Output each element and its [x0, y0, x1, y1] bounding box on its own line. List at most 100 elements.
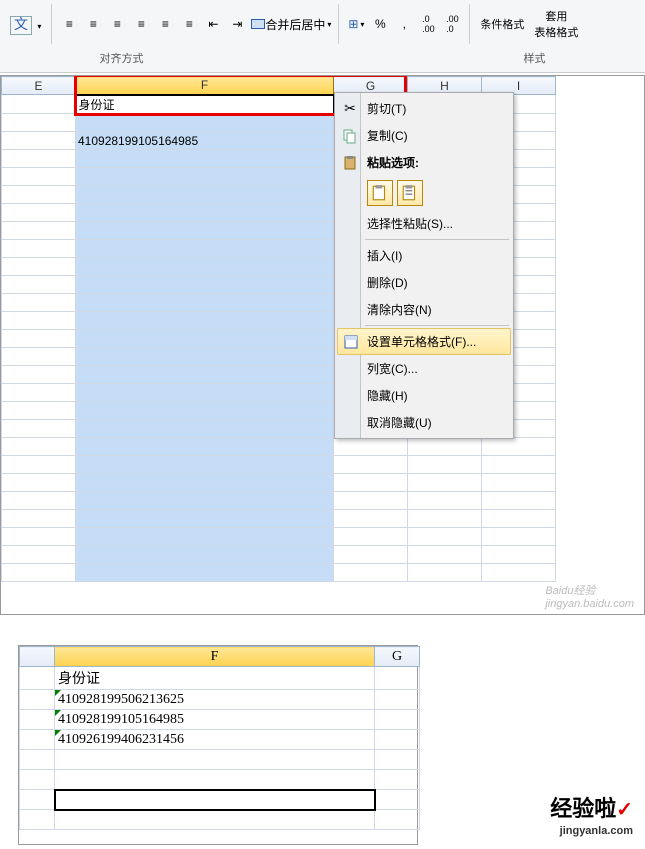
menu-unhide[interactable]: 取消隐藏(U): [337, 409, 511, 436]
cell-F1[interactable]: 身份证: [55, 667, 375, 690]
align-right-button[interactable]: ≡: [106, 13, 128, 35]
context-menu: ✂ 剪切(T) 复制(C) 粘贴选项: 选择性粘贴(S)...: [334, 92, 514, 439]
column-header-E[interactable]: E: [2, 77, 76, 95]
number-format-button[interactable]: ⊞▾: [345, 13, 367, 35]
style-group-label: 样式: [524, 48, 546, 68]
cell[interactable]: [55, 750, 375, 770]
decrease-decimal-button[interactable]: .00.0: [441, 13, 463, 35]
cell[interactable]: [76, 204, 334, 222]
menu-paste-options-label: 粘贴选项:: [367, 154, 419, 171]
align-bottom-button[interactable]: ≡: [178, 13, 200, 35]
clipboard-icon: [341, 154, 359, 172]
cell[interactable]: [76, 492, 334, 510]
cell[interactable]: [76, 330, 334, 348]
merge-center-label: 合并后居中: [265, 16, 325, 33]
spreadsheet-area: E F G H I 身份证 410928199105164985: [0, 75, 645, 615]
cell[interactable]: [76, 384, 334, 402]
cell[interactable]: [76, 528, 334, 546]
menu-clear[interactable]: 清除内容(N): [337, 296, 511, 323]
increase-decimal-button[interactable]: .0.00: [417, 13, 439, 35]
align-center-button[interactable]: ≡: [82, 13, 104, 35]
cell-F3[interactable]: 410928199105164985: [55, 710, 375, 730]
column-header-G[interactable]: G: [375, 647, 420, 667]
cell[interactable]: [76, 186, 334, 204]
menu-column-width[interactable]: 列宽(C)...: [337, 355, 511, 382]
menu-paste-options: 粘贴选项:: [337, 149, 511, 176]
menu-clear-label: 清除内容(N): [367, 301, 432, 318]
cell[interactable]: [76, 366, 334, 384]
paste-option-2[interactable]: [397, 180, 423, 206]
cell-F4[interactable]: 410926199406231456: [55, 730, 375, 750]
scissors-icon: ✂: [341, 100, 359, 118]
chevron-down-icon: ▾: [327, 20, 331, 29]
chevron-down-icon: ▾: [37, 22, 41, 31]
menu-delete-label: 删除(D): [367, 274, 408, 291]
copy-icon: [341, 127, 359, 145]
menu-separator: [365, 239, 509, 240]
cell[interactable]: [76, 474, 334, 492]
cell-F2[interactable]: 410928199506213625: [55, 690, 375, 710]
align-left-button[interactable]: ≡: [58, 13, 80, 35]
check-icon: ✓: [616, 799, 633, 821]
wrap-text-button[interactable]: 文 ▾: [6, 12, 45, 36]
watermark: Baidu经验 jingyan.baidu.com: [545, 582, 634, 610]
cell[interactable]: [76, 258, 334, 276]
cell-F1[interactable]: 身份证: [76, 95, 334, 114]
table-format-button[interactable]: 套用表格格式: [530, 6, 582, 42]
menu-paste-special-label: 选择性粘贴(S)...: [367, 215, 453, 232]
cell[interactable]: [55, 810, 375, 830]
menu-cut-label: 剪切(T): [367, 100, 406, 117]
align-middle-button[interactable]: ≡: [154, 13, 176, 35]
cell[interactable]: [76, 276, 334, 294]
comma-button[interactable]: ,: [393, 13, 415, 35]
separator: [51, 4, 52, 44]
active-cell[interactable]: [55, 790, 375, 810]
menu-hide[interactable]: 隐藏(H): [337, 382, 511, 409]
column-header-F[interactable]: F: [76, 77, 334, 95]
menu-copy[interactable]: 复制(C): [337, 122, 511, 149]
worksheet-grid-2[interactable]: F G 身份证 410928199506213625 4109281991051…: [19, 646, 420, 830]
cell[interactable]: [76, 438, 334, 456]
menu-hide-label: 隐藏(H): [367, 387, 408, 404]
menu-insert[interactable]: 插入(I): [337, 242, 511, 269]
ribbon-toolbar: 文 ▾ ≡ ≡ ≡ ≡ ≡ ≡ ⇤ ⇥ 合并后居中 ▾ ⊞▾ % , .0.00…: [0, 0, 645, 73]
menu-copy-label: 复制(C): [367, 127, 408, 144]
menu-separator: [365, 325, 509, 326]
increase-indent-button[interactable]: ⇥: [226, 13, 248, 35]
cell[interactable]: [76, 546, 334, 564]
menu-column-width-label: 列宽(C)...: [367, 360, 418, 377]
align-top-button[interactable]: ≡: [130, 13, 152, 35]
menu-unhide-label: 取消隐藏(U): [367, 414, 432, 431]
spreadsheet-result: F G 身份证 410928199506213625 4109281991051…: [18, 645, 418, 845]
format-cells-icon: [342, 333, 360, 351]
cell[interactable]: [76, 564, 334, 582]
menu-paste-special[interactable]: 选择性粘贴(S)...: [337, 210, 511, 237]
site-logo: 经验啦✓ jingyanla.com: [550, 791, 633, 837]
decrease-indent-button[interactable]: ⇤: [202, 13, 224, 35]
cell[interactable]: [76, 222, 334, 240]
menu-format-cells[interactable]: 设置单元格格式(F)...: [337, 328, 511, 355]
cell[interactable]: [55, 770, 375, 790]
percent-button[interactable]: %: [369, 13, 391, 35]
cell[interactable]: [76, 312, 334, 330]
cell-F3[interactable]: 410928199105164985: [76, 132, 334, 150]
menu-insert-label: 插入(I): [367, 247, 402, 264]
cell[interactable]: [76, 510, 334, 528]
cell[interactable]: [76, 240, 334, 258]
merge-center-button[interactable]: 合并后居中 ▾: [250, 13, 332, 35]
cell[interactable]: [76, 294, 334, 312]
cell[interactable]: [76, 114, 334, 132]
menu-cut[interactable]: ✂ 剪切(T): [337, 95, 511, 122]
paste-option-1[interactable]: [367, 180, 393, 206]
cell[interactable]: [76, 420, 334, 438]
row-header-blank[interactable]: [20, 647, 55, 667]
column-header-F[interactable]: F: [55, 647, 375, 667]
separator: [469, 4, 470, 44]
cell[interactable]: [76, 348, 334, 366]
cell[interactable]: [76, 150, 334, 168]
cell[interactable]: [76, 402, 334, 420]
menu-delete[interactable]: 删除(D): [337, 269, 511, 296]
cell[interactable]: [76, 168, 334, 186]
conditional-format-button[interactable]: 条件格式: [476, 14, 528, 34]
cell[interactable]: [76, 456, 334, 474]
